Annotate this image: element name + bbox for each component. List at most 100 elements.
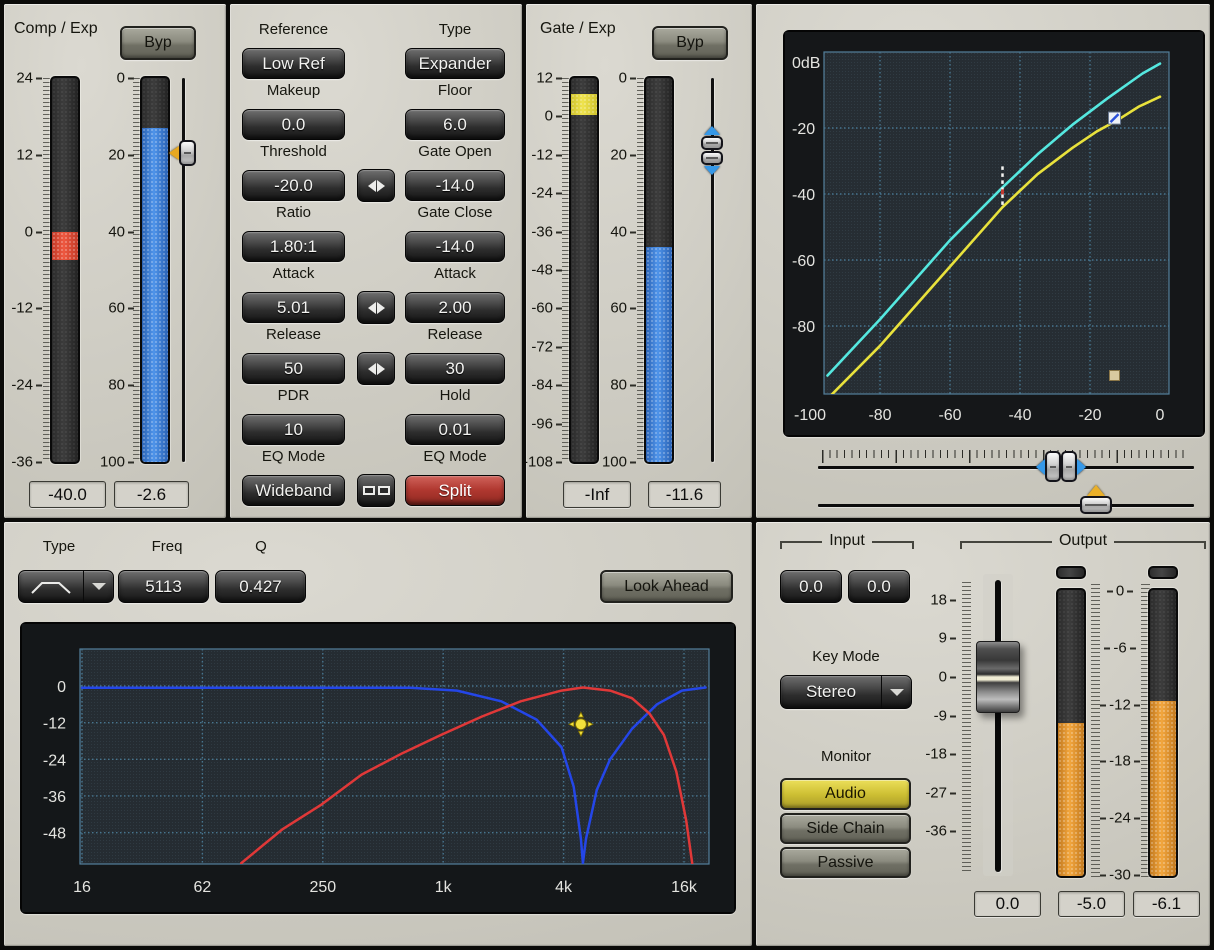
dual-handle-knob-right[interactable]	[1061, 451, 1077, 482]
link-threshold-button[interactable]	[357, 169, 395, 202]
eq-x-tick-label: 4k	[555, 879, 573, 896]
monitor-label: Monitor	[780, 748, 912, 765]
fader-scale-label: -18	[925, 745, 956, 762]
xfer-y-tick-label: -40	[792, 187, 815, 204]
param-comp-reference-value[interactable]: Low Ref	[242, 48, 345, 79]
comp-db-scale-label: -12	[11, 300, 42, 317]
link-arrows-icon	[368, 363, 385, 375]
link-release-button[interactable]	[357, 352, 395, 385]
gate-handle-knob-top[interactable]	[701, 136, 723, 150]
key-mode-label: Key Mode	[780, 648, 912, 665]
floor-marker	[1110, 371, 1120, 381]
input-gain-left-value[interactable]: 0.0	[780, 570, 842, 603]
eq-node	[575, 719, 586, 730]
dropdown-arrow-icon[interactable]	[83, 571, 113, 602]
gate-db-scale-label: -12	[531, 146, 562, 163]
monitor-audio-button[interactable]: Audio	[780, 778, 911, 810]
gate-handle-up-arrow-icon	[704, 126, 720, 135]
param-gate-eq-mode-value[interactable]: Split	[405, 475, 505, 506]
gate-peak-segment	[571, 94, 597, 115]
output-fader-knob[interactable]	[976, 641, 1020, 713]
eq-y-tick-label: -36	[43, 789, 66, 806]
eq-graph-canvas[interactable]: 0-12-24-36-4816622501k4k16k	[22, 624, 734, 912]
eq-q-value[interactable]: 0.427	[215, 570, 306, 603]
gate-open-close-slider-track[interactable]	[818, 466, 1194, 469]
gate-db-ticks	[562, 78, 569, 462]
output-meter-l-peak-cap	[1056, 566, 1086, 579]
monitor-passive-button[interactable]: Passive	[780, 847, 911, 878]
param-comp-ratio-value[interactable]: 1.80:1	[242, 231, 345, 262]
param-gate-hold-value[interactable]: 0.01	[405, 414, 505, 445]
eq-freq-value[interactable]: 5113	[118, 570, 209, 603]
gate-gr-scale-label: 80	[610, 377, 636, 394]
gate-db-scale-label: -24	[531, 185, 562, 202]
gate-open-close-slider-handle[interactable]	[1036, 451, 1086, 482]
output-fader-track[interactable]	[995, 580, 1001, 872]
param-comp-release-value[interactable]: 50	[242, 353, 345, 384]
threshold-ruler	[822, 450, 1190, 463]
comp-threshold-slider-track[interactable]	[182, 78, 185, 462]
eq-graph[interactable]: 0-12-24-36-4816622501k4k16k	[20, 622, 736, 914]
link-arrows-icon	[368, 180, 385, 192]
gate-range-slider-handle[interactable]	[701, 126, 723, 175]
gate-db-readout: -Inf	[563, 481, 631, 508]
param-comp-ratio-label: Ratio	[242, 204, 345, 221]
input-gain-right-value[interactable]: 0.0	[848, 570, 910, 603]
comp-threshold-slider-handle[interactable]	[169, 140, 196, 166]
eq-q-label: Q	[216, 538, 306, 555]
param-comp-makeup-value[interactable]: 0.0	[242, 109, 345, 140]
comp-bypass-button[interactable]: Byp	[120, 26, 196, 60]
look-ahead-button[interactable]: Look Ahead	[600, 570, 733, 603]
output-meter-left	[1056, 588, 1086, 878]
gate-gr-scale-label: 40	[610, 223, 636, 240]
param-gate-gate-open-value[interactable]: -14.0	[405, 170, 505, 201]
fader-value-readout[interactable]: 0.0	[974, 891, 1041, 917]
link-eq-mode-button[interactable]	[357, 474, 395, 507]
comp-db-scale-label: -24	[11, 377, 42, 394]
transfer-graph[interactable]: 0dB-20-40-60-80-100-80-60-40-200	[783, 30, 1205, 437]
dual-handle-left-arrow-icon	[1036, 459, 1045, 475]
single-handle-knob[interactable]	[1080, 496, 1112, 514]
dual-handle-knob-left[interactable]	[1045, 451, 1061, 482]
param-comp-attack-label: Attack	[242, 265, 345, 282]
io-section: Input 0.0 0.0 Key Mode Stereo Monitor Au…	[756, 522, 1210, 946]
output-left-fill	[1058, 723, 1084, 876]
gate-bypass-button[interactable]: Byp	[652, 26, 728, 60]
output-legend: Output	[960, 532, 1206, 550]
param-gate-type-value[interactable]: Expander	[405, 48, 505, 79]
monitor-side-chain-button[interactable]: Side Chain	[780, 813, 911, 844]
gate-exp-section: Gate / Exp Byp 120-12-24-36-48-60-72-84-…	[526, 4, 752, 518]
param-gate-eq-mode-label: EQ Mode	[405, 448, 505, 465]
transfer-graph-canvas[interactable]: 0dB-20-40-60-80-100-80-60-40-200	[785, 32, 1203, 435]
comp-handle-knob[interactable]	[179, 140, 196, 166]
output-scale-label: -30	[1100, 867, 1140, 884]
comp-db-scale-label: 12	[16, 146, 42, 163]
gate-db-scale-label: -48	[531, 262, 562, 279]
dual-handle-right-arrow-icon	[1077, 459, 1086, 475]
link-attack-button[interactable]	[357, 291, 395, 324]
param-gate-attack-value[interactable]: 2.00	[405, 292, 505, 323]
output-scale-label: 0	[1100, 583, 1140, 600]
key-mode-arrow-icon[interactable]	[881, 676, 911, 708]
c1-comp-gate-plugin: Comp / Exp Byp 24120-12-24-36 0204060801…	[0, 0, 1214, 950]
gate-db-scale-label: 0	[545, 108, 562, 125]
param-comp-threshold-label: Threshold	[242, 143, 345, 160]
param-comp-threshold-value[interactable]: -20.0	[242, 170, 345, 201]
comp-threshold-hslider-handle[interactable]	[1080, 485, 1112, 514]
gate-handle-knob-bottom[interactable]	[701, 151, 723, 165]
param-gate-release-value[interactable]: 30	[405, 353, 505, 384]
param-comp-attack-value[interactable]: 5.01	[242, 292, 345, 323]
output-legend-label: Output	[1052, 532, 1114, 550]
param-comp-pdr-value[interactable]: 10	[242, 414, 345, 445]
comp-threshold-hslider-track[interactable]	[818, 504, 1194, 507]
gate-gr-scale-label: 100	[602, 454, 636, 471]
param-gate-gate-close-value[interactable]: -14.0	[405, 231, 505, 262]
comp-gain-reduction-meter	[140, 76, 170, 464]
eq-x-tick-label: 1k	[435, 879, 453, 896]
eq-type-dropdown[interactable]	[18, 570, 114, 603]
key-mode-dropdown[interactable]: Stereo	[780, 675, 912, 709]
param-gate-floor-value[interactable]: 6.0	[405, 109, 505, 140]
xfer-y-tick-label: -60	[792, 253, 815, 270]
xfer-y-tick-label: 0dB	[792, 55, 820, 72]
param-comp-eq-mode-value[interactable]: Wideband	[242, 475, 345, 506]
